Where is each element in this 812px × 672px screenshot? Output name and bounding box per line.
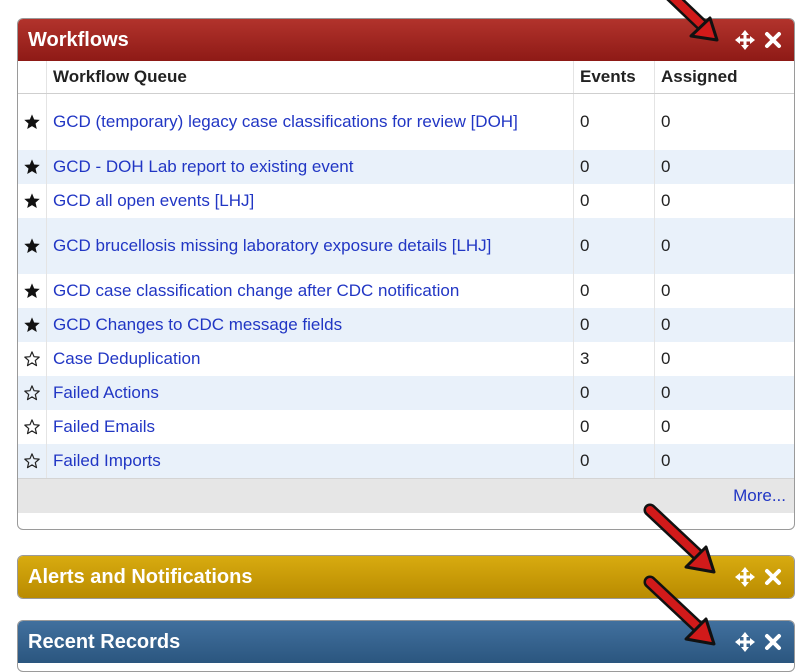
close-icon[interactable] [764,568,782,586]
events-count: 0 [573,93,655,150]
star-outline-icon[interactable] [20,350,44,368]
recent-records-panel-title: Recent Records [28,631,181,653]
star-filled-icon[interactable] [20,158,44,176]
workflow-queue-column-header[interactable]: Workflow Queue [46,61,574,94]
more-link[interactable]: More... [733,486,786,505]
star-cell[interactable] [18,376,47,410]
assigned-count: 0 [661,281,671,300]
workflows-panel-header[interactable]: Workflows [18,19,794,61]
events-count: 0 [573,184,655,218]
assigned-count: 0 [661,191,671,210]
table-row: GCD Changes to CDC message fields 0 0 [18,308,794,342]
star-outline-icon[interactable] [20,452,44,470]
move-icon[interactable] [734,631,756,653]
star-cell[interactable] [18,93,47,150]
workflow-queue-link[interactable]: Case Deduplication [53,349,200,368]
events-count: 0 [573,376,655,410]
events-count: 0 [573,308,655,342]
table-row: GCD brucellosis missing laboratory expos… [18,218,794,274]
table-row: Failed Emails 0 0 [18,410,794,444]
workflow-queue-cell: GCD (temporary) legacy case classificati… [46,93,574,150]
events-count: 0 [573,410,655,444]
assigned-count: 0 [661,112,671,131]
star-cell[interactable] [18,184,47,218]
move-icon[interactable] [734,29,756,51]
star-cell[interactable] [18,410,47,444]
events-count: 0 [573,218,655,274]
assigned-count: 0 [654,376,794,410]
star-cell[interactable] [18,342,47,376]
workflow-queue-link[interactable]: Failed Imports [53,451,161,470]
workflow-queue-cell: GCD Changes to CDC message fields [46,308,574,342]
workflow-queue-link[interactable]: GCD case classification change after CDC… [53,281,459,300]
table-row: Failed Imports 0 0 [18,444,794,478]
events-count: 0 [573,150,655,184]
star-cell[interactable] [18,308,47,342]
star-filled-icon[interactable] [20,192,44,210]
workflow-queue-link[interactable]: GCD (temporary) legacy case classificati… [53,112,518,131]
star-cell[interactable] [18,444,47,478]
star-filled-icon[interactable] [20,316,44,334]
star-outline-icon[interactable] [20,418,44,436]
workflow-queue-link[interactable]: GCD brucellosis missing laboratory expos… [53,236,491,255]
table-row: GCD all open events [LHJ] 0 0 [18,184,794,218]
workflow-queue-table: Workflow Queue Events Assigned GCD (temp… [18,61,794,478]
more-bar: More... [18,478,794,513]
assigned-count: 0 [654,444,794,478]
workflow-queue-cell: Case Deduplication [46,342,574,376]
table-row: GCD (temporary) legacy case classificati… [18,93,794,150]
table-header-row: Workflow Queue Events Assigned [18,61,794,94]
recent-records-panel-header[interactable]: Recent Records [18,621,794,663]
assigned-count: 0 [654,150,794,184]
workflow-queue-link[interactable]: GCD all open events [LHJ] [53,191,254,210]
workflow-queue-cell: GCD brucellosis missing laboratory expos… [46,218,574,274]
workflow-queue-link[interactable]: Failed Actions [53,383,159,402]
events-column-header[interactable]: Events [573,61,655,94]
workflow-queue-cell: Failed Emails [46,410,574,444]
workflow-queue-cell: Failed Imports [46,444,574,478]
recent-records-panel: Recent Records [17,620,795,672]
star-column-header [18,61,47,94]
star-cell[interactable] [18,150,47,184]
workflow-queue-cell: Failed Actions [46,376,574,410]
table-row: Failed Actions 0 0 [18,376,794,410]
star-filled-icon[interactable] [20,237,44,255]
workflow-queue-link[interactable]: GCD Changes to CDC message fields [53,315,342,334]
alerts-panel-title: Alerts and Notifications [28,566,253,588]
workflows-panel: Workflows Workflow Queue Events Assigned… [17,18,795,530]
star-outline-icon[interactable] [20,384,44,402]
star-cell[interactable] [18,218,47,274]
assigned-count: 0 [661,349,671,368]
workflow-queue-cell: GCD all open events [LHJ] [46,184,574,218]
star-filled-icon[interactable] [20,282,44,300]
move-icon[interactable] [734,566,756,588]
star-filled-icon[interactable] [20,113,44,131]
events-count: 0 [573,274,655,308]
assigned-column-header[interactable]: Assigned [654,61,794,94]
assigned-count: 0 [654,218,794,274]
alerts-panel: Alerts and Notifications [17,555,795,599]
alerts-panel-header[interactable]: Alerts and Notifications [18,556,794,598]
assigned-count: 0 [661,417,671,436]
star-cell[interactable] [18,274,47,308]
workflow-queue-link[interactable]: GCD - DOH Lab report to existing event [53,157,353,176]
events-count: 3 [573,342,655,376]
table-row: GCD - DOH Lab report to existing event 0 0 [18,150,794,184]
table-row: Case Deduplication 3 0 [18,342,794,376]
workflow-queue-cell: GCD case classification change after CDC… [46,274,574,308]
workflow-queue-cell: GCD - DOH Lab report to existing event [46,150,574,184]
assigned-count: 0 [654,308,794,342]
workflows-panel-title: Workflows [28,29,129,51]
close-icon[interactable] [764,31,782,49]
table-row: GCD case classification change after CDC… [18,274,794,308]
workflow-queue-link[interactable]: Failed Emails [53,417,155,436]
events-count: 0 [573,444,655,478]
workflow-queue-body: GCD (temporary) legacy case classificati… [18,93,794,478]
close-icon[interactable] [764,633,782,651]
